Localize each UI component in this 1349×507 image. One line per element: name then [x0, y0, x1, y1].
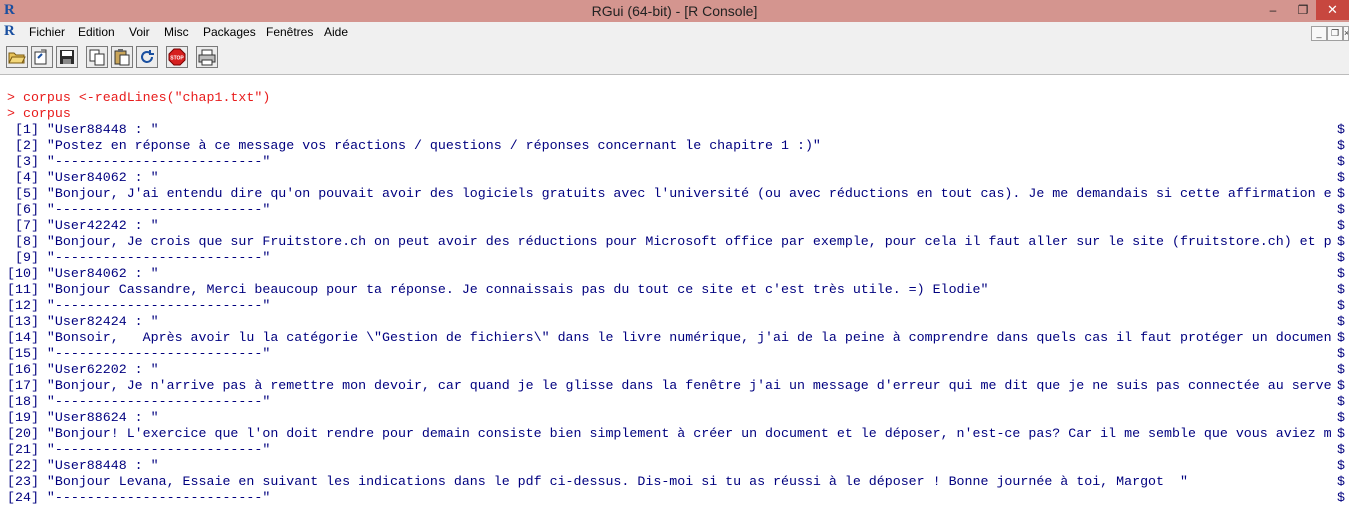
console-output-line: [9] "--------------------------" [7, 250, 271, 265]
close-button[interactable]: ✕ [1316, 0, 1349, 20]
copy-button[interactable] [86, 46, 108, 68]
truncation-marker: $ [1337, 266, 1345, 281]
load-workspace-icon [34, 49, 47, 65]
console-output-line: [4] "User84062 : " [7, 170, 159, 185]
stop-icon: STOP [168, 48, 186, 66]
console-output-line: [13] "User82424 : " [7, 314, 159, 329]
maximize-button[interactable]: ❐ [1290, 0, 1316, 20]
truncation-marker: $ [1337, 330, 1345, 345]
truncation-marker: $ [1337, 186, 1345, 201]
console-output-line: [3] "--------------------------" [7, 154, 271, 169]
console-output-line: [2] "Postez en réponse à ce message vos … [7, 138, 821, 153]
truncation-marker: $ [1337, 426, 1345, 441]
truncation-marker: $ [1337, 346, 1345, 361]
truncation-marker: $ [1337, 298, 1345, 313]
printer-icon [198, 49, 216, 66]
copy-icon [89, 49, 105, 66]
save-workspace-button[interactable] [56, 46, 78, 68]
truncation-marker: $ [1337, 202, 1345, 217]
truncation-marker: $ [1337, 378, 1345, 393]
truncation-marker: $ [1337, 250, 1345, 265]
refresh-icon [141, 50, 154, 63]
mdi-minimize-button[interactable]: _ [1311, 26, 1327, 41]
console-output-line: [10] "User84062 : " [7, 266, 159, 281]
truncation-marker: $ [1337, 314, 1345, 329]
truncation-marker: $ [1337, 282, 1345, 297]
console-output-line: [24] "--------------------------" [7, 490, 271, 505]
console-command: > corpus <-readLines("chap1.txt") [7, 90, 271, 105]
console-output-line: [17] "Bonjour, Je n'arrive pas à remettr… [7, 378, 1332, 393]
title-bar[interactable]: R RGui (64-bit) - [R Console] – ❐ ✕ [0, 0, 1349, 22]
truncation-marker: $ [1337, 442, 1345, 457]
console-output-line: [19] "User88624 : " [7, 410, 159, 425]
mdi-close-button[interactable]: × [1343, 26, 1349, 41]
console-output-line: [12] "--------------------------" [7, 298, 271, 313]
console-output-line: [5] "Bonjour, J'ai entendu dire qu'on po… [7, 186, 1332, 201]
console-output-line: [6] "--------------------------" [7, 202, 271, 217]
menu-fenetres[interactable]: Fenêtres [266, 22, 313, 42]
window-title: RGui (64-bit) - [R Console] [591, 3, 758, 19]
stop-button[interactable]: STOP [166, 46, 188, 68]
console-output-line: [18] "--------------------------" [7, 394, 271, 409]
console-command: > corpus [7, 106, 71, 121]
print-button[interactable] [196, 46, 218, 68]
truncation-marker: $ [1337, 122, 1345, 137]
truncation-marker: $ [1337, 234, 1345, 249]
toolbar: STOP [0, 42, 1349, 75]
save-icon [60, 50, 74, 64]
paste-button[interactable] [111, 46, 133, 68]
stop-label: STOP [170, 56, 184, 62]
copy-paste-button[interactable] [136, 46, 158, 68]
mdi-restore-button[interactable]: ❐ [1327, 26, 1343, 41]
menu-voir[interactable]: Voir [129, 22, 150, 42]
truncation-marker: $ [1337, 490, 1345, 505]
truncation-marker: $ [1337, 154, 1345, 169]
paste-icon [114, 49, 130, 66]
truncation-marker: $ [1337, 394, 1345, 409]
console-output-line: [23] "Bonjour Levana, Essaie en suivant … [7, 474, 1188, 489]
console-output-line: [20] "Bonjour! L'exercice que l'on doit … [7, 426, 1332, 441]
menu-edition[interactable]: Edition [78, 22, 115, 42]
console-output-line: [14] "Bonsoir, Après avoir lu la catégor… [7, 330, 1332, 345]
menu-bar: R Fichier Edition Voir Misc Packages Fen… [0, 22, 1349, 42]
console-output-line: [8] "Bonjour, Je crois que sur Fruitstor… [7, 234, 1332, 249]
r-console[interactable]: > corpus <-readLines("chap1.txt") > corp… [0, 75, 1349, 507]
truncation-marker: $ [1337, 218, 1345, 233]
truncation-marker: $ [1337, 458, 1345, 473]
console-output-line: [16] "User62202 : " [7, 362, 159, 377]
menu-packages[interactable]: Packages [203, 22, 256, 42]
truncation-marker: $ [1337, 362, 1345, 377]
menu-misc[interactable]: Misc [164, 22, 189, 42]
r-console-icon[interactable]: R [4, 23, 15, 40]
truncation-marker: $ [1337, 474, 1345, 489]
folder-open-icon [8, 52, 26, 64]
minimize-button[interactable]: – [1260, 0, 1286, 20]
open-script-button[interactable] [6, 46, 28, 68]
console-output-line: [21] "--------------------------" [7, 442, 271, 457]
truncation-marker: $ [1337, 138, 1345, 153]
console-output-line: [1] "User88448 : " [7, 122, 159, 137]
console-output-line: [7] "User42242 : " [7, 218, 159, 233]
load-workspace-button[interactable] [31, 46, 53, 68]
console-output-line: [22] "User88448 : " [7, 458, 159, 473]
console-output-line: [11] "Bonjour Cassandre, Merci beaucoup … [7, 282, 989, 297]
console-output-line: [15] "--------------------------" [7, 346, 271, 361]
menu-fichier[interactable]: Fichier [29, 22, 65, 42]
truncation-marker: $ [1337, 410, 1345, 425]
menu-aide[interactable]: Aide [324, 22, 348, 42]
truncation-marker: $ [1337, 170, 1345, 185]
